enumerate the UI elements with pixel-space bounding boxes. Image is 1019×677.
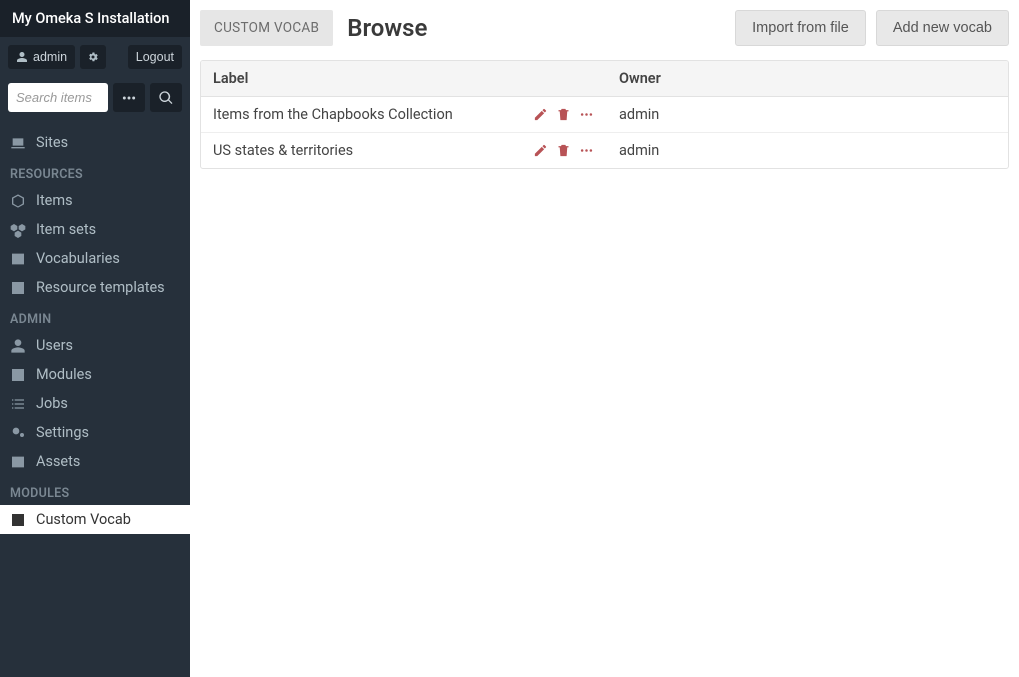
more-icon[interactable] <box>579 107 594 122</box>
plus-square-icon <box>10 512 26 528</box>
list-alt-icon <box>10 251 26 267</box>
th-owner[interactable]: Owner <box>607 61 1008 96</box>
page-title: Browse <box>347 14 427 42</box>
nav-label: Item sets <box>36 221 96 238</box>
brand-title[interactable]: My Omeka S Installation <box>0 0 190 37</box>
search-icon <box>158 90 174 106</box>
nav-label: Custom Vocab <box>36 511 131 528</box>
nav-header-admin: ADMIN <box>0 302 190 331</box>
vocab-label[interactable]: US states & territories <box>201 133 521 168</box>
edit-icon[interactable] <box>533 143 548 158</box>
cogs-icon <box>10 425 26 441</box>
nav-label: Items <box>36 192 73 209</box>
nav-label: Modules <box>36 366 92 383</box>
nav-users[interactable]: Users <box>0 331 190 360</box>
breadcrumb[interactable]: CUSTOM VOCAB <box>200 10 333 46</box>
nav-label: Resource templates <box>36 279 165 296</box>
vocab-owner: admin <box>607 97 1008 132</box>
user-icon <box>10 338 26 354</box>
plus-square-icon <box>10 367 26 383</box>
user-button[interactable]: admin <box>8 45 75 69</box>
nav-settings[interactable]: Settings <box>0 418 190 447</box>
nav-header-resources: RESOURCES <box>0 157 190 186</box>
user-name: admin <box>33 50 67 64</box>
table-header: Label Owner <box>201 61 1008 97</box>
search-submit-button[interactable] <box>150 83 182 112</box>
vocab-label[interactable]: Items from the Chapbooks Collection <box>201 97 521 132</box>
nav-item-sets[interactable]: Item sets <box>0 215 190 244</box>
nav-custom-vocab[interactable]: Custom Vocab <box>0 505 190 534</box>
nav-label: Settings <box>36 424 89 441</box>
nav-label: Users <box>36 337 73 354</box>
gear-icon <box>87 51 99 63</box>
nav-header-modules: MODULES <box>0 476 190 505</box>
nav-label: Jobs <box>36 395 68 412</box>
page-header: CUSTOM VOCAB Browse Import from file Add… <box>200 10 1009 46</box>
image-icon <box>10 454 26 470</box>
table-row: US states & territories admin <box>201 133 1008 168</box>
search-row <box>0 77 190 122</box>
pencil-square-icon <box>10 280 26 296</box>
cube-icon <box>10 193 26 209</box>
import-button[interactable]: Import from file <box>735 10 866 46</box>
settings-button[interactable] <box>80 45 106 69</box>
main: CUSTOM VOCAB Browse Import from file Add… <box>190 0 1019 677</box>
user-bar: admin Logout <box>0 37 190 77</box>
logout-button[interactable]: Logout <box>128 45 182 69</box>
trash-icon[interactable] <box>556 143 571 158</box>
nav-label: Vocabularies <box>36 250 120 267</box>
vocab-table: Label Owner Items from the Chapbooks Col… <box>200 60 1009 169</box>
nav-modules[interactable]: Modules <box>0 360 190 389</box>
sidebar: My Omeka S Installation admin Logout Sit… <box>0 0 190 677</box>
nav-resource-templates[interactable]: Resource templates <box>0 273 190 302</box>
user-icon <box>16 51 28 63</box>
nav-label: Assets <box>36 453 80 470</box>
search-input[interactable] <box>8 83 108 112</box>
cubes-icon <box>10 222 26 238</box>
search-options-button[interactable] <box>113 83 145 112</box>
th-label[interactable]: Label <box>201 61 521 96</box>
nav-sites[interactable]: Sites <box>0 128 190 157</box>
nav-assets[interactable]: Assets <box>0 447 190 476</box>
more-icon[interactable] <box>579 143 594 158</box>
ellipsis-icon <box>121 90 137 106</box>
tasks-icon <box>10 396 26 412</box>
nav: Sites RESOURCES Items Item sets Vocabula… <box>0 122 190 540</box>
vocab-owner: admin <box>607 133 1008 168</box>
nav-label: Sites <box>36 134 68 151</box>
laptop-icon <box>10 135 26 151</box>
nav-jobs[interactable]: Jobs <box>0 389 190 418</box>
nav-items[interactable]: Items <box>0 186 190 215</box>
edit-icon[interactable] <box>533 107 548 122</box>
nav-vocabularies[interactable]: Vocabularies <box>0 244 190 273</box>
add-vocab-button[interactable]: Add new vocab <box>876 10 1009 46</box>
table-row: Items from the Chapbooks Collection admin <box>201 97 1008 133</box>
trash-icon[interactable] <box>556 107 571 122</box>
